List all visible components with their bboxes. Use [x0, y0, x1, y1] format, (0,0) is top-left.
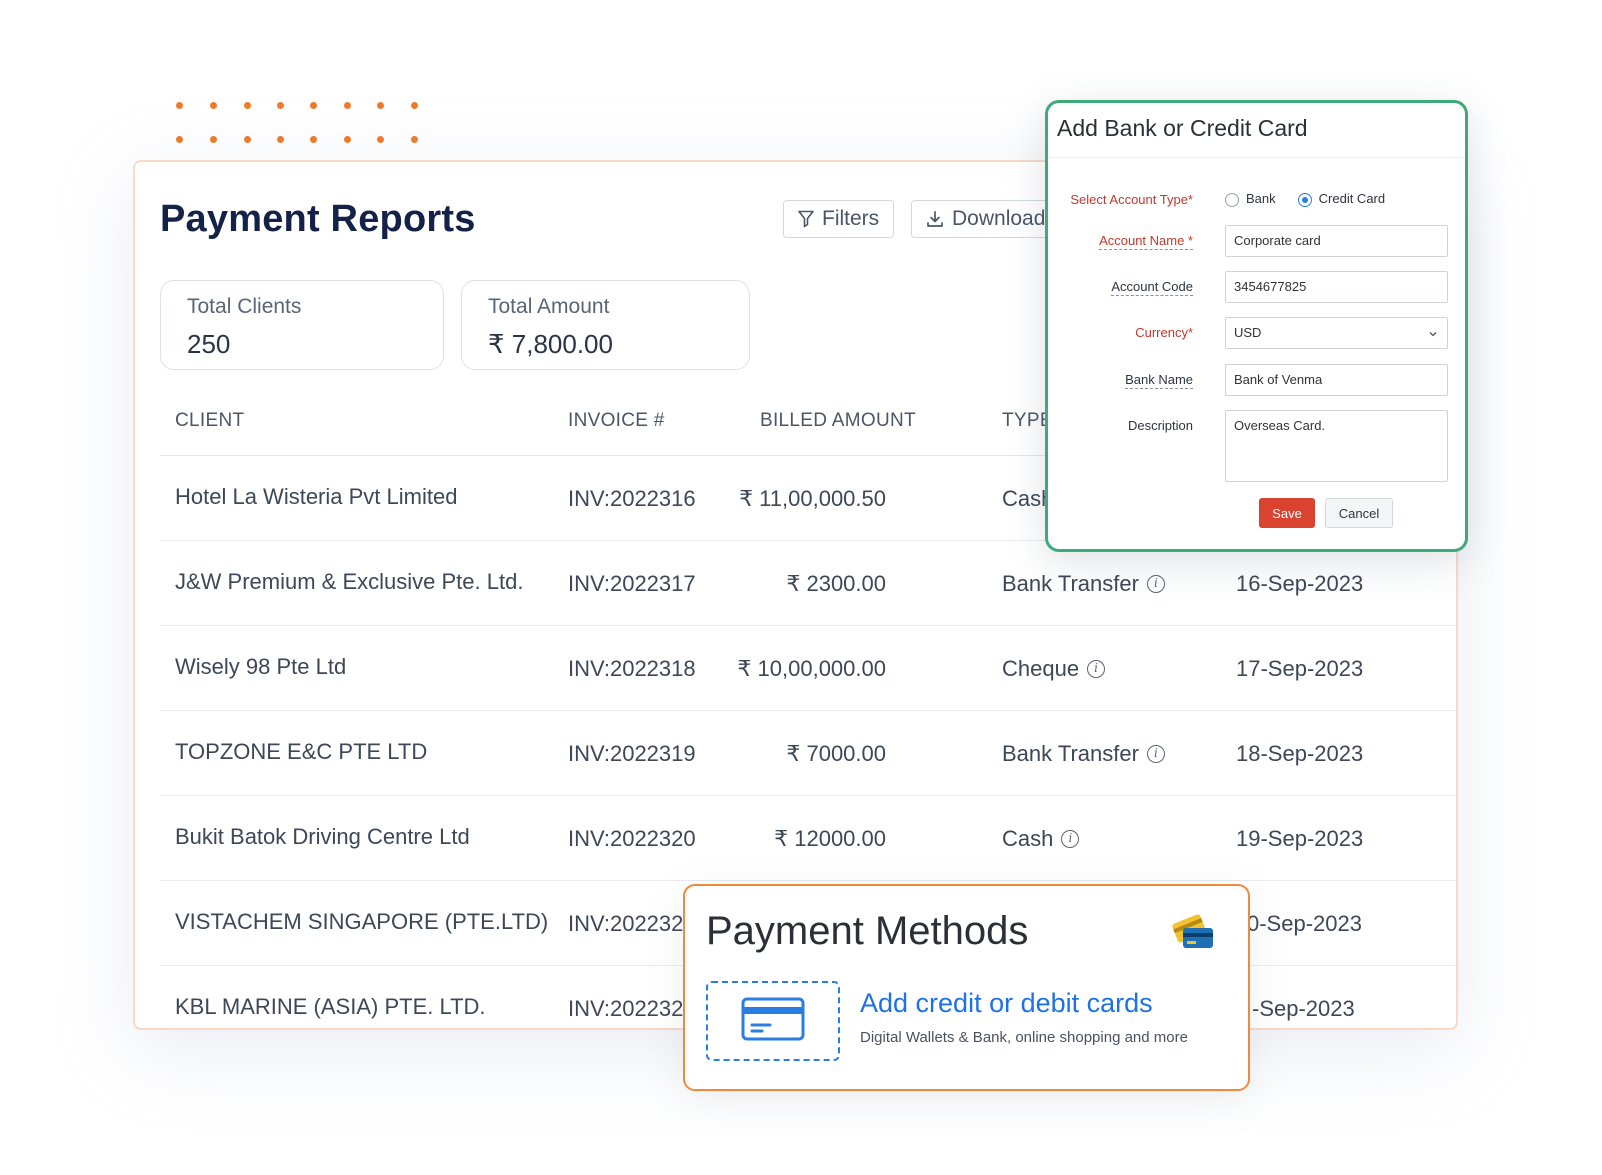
add-bank-card-dialog: Add Bank or Credit Card Select Account T… — [1045, 100, 1468, 552]
page-canvas: Payment Reports Filters Download Total C… — [0, 0, 1602, 1175]
decorative-dots — [176, 102, 436, 150]
add-card-box[interactable] — [706, 981, 840, 1061]
cancel-button[interactable]: Cancel — [1325, 498, 1393, 528]
type-label: Cash — [1002, 826, 1054, 851]
date-cell: 17-Sep-2023 — [1236, 656, 1364, 681]
amount-cell: ₹ 11,00,000.50 — [739, 486, 886, 511]
cards-emoji-icon — [1172, 910, 1216, 957]
total-clients-value: 250 — [187, 329, 231, 359]
client-cell: TOPZONE E&C PTE LTD — [175, 739, 428, 764]
account-type-label: Select Account Type* — [1070, 192, 1193, 207]
client-cell: Wisely 98 Pte Ltd — [175, 654, 347, 679]
currency-select[interactable]: USD — [1225, 317, 1448, 349]
currency-value: USD — [1234, 325, 1262, 340]
invoice-cell[interactable]: INV:2022317 — [568, 571, 696, 597]
client-cell: KBL MARINE (ASIA) PTE. LTD. — [175, 994, 486, 1019]
column-header-amount[interactable]: BILLED AMOUNT — [760, 410, 916, 432]
client-cell: J&W Premium & Exclusive Pte. Ltd. — [175, 569, 524, 594]
payment-methods-title: Payment Methods — [706, 909, 1029, 953]
column-header-invoice[interactable]: INVOICE # — [568, 410, 665, 432]
bank-name-input[interactable]: Bank of Venma — [1225, 364, 1448, 396]
type-label: Bank Transfer — [1002, 571, 1139, 596]
total-amount-label: Total Amount — [488, 295, 610, 318]
invoice-cell[interactable]: INV:2022319 — [568, 741, 696, 767]
currency-label: Currency* — [1135, 325, 1193, 340]
type-label: Cheque — [1002, 656, 1080, 681]
total-clients-label: Total Clients — [187, 295, 302, 318]
total-clients-card: Total Clients 250 — [160, 280, 444, 370]
divider — [1048, 157, 1465, 158]
info-icon[interactable]: i — [1146, 745, 1165, 763]
info-icon[interactable]: i — [1061, 830, 1080, 848]
table-row[interactable]: Bukit Batok Driving Centre Ltd INV:20223… — [160, 796, 1456, 881]
dialog-title: Add Bank or Credit Card — [1057, 115, 1308, 141]
client-cell: Bukit Batok Driving Centre Ltd — [175, 824, 470, 849]
invoice-cell[interactable]: INV:2022320 — [568, 826, 696, 852]
credit-card-icon — [741, 997, 805, 1046]
table-row[interactable]: J&W Premium & Exclusive Pte. Ltd. INV:20… — [160, 541, 1456, 626]
amount-cell: ₹ 10,00,000.00 — [737, 656, 886, 681]
description-label: Description — [1127, 418, 1193, 433]
radio-bank-label[interactable]: Bank — [1246, 191, 1276, 206]
date-cell: 0-Sep-2023 — [1247, 911, 1362, 936]
invoice-cell[interactable]: INV:2022316 — [568, 486, 696, 512]
table-row[interactable]: Wisely 98 Pte Ltd INV:2022318 ₹ 10,00,00… — [160, 626, 1456, 711]
radio-credit-card[interactable] — [1297, 192, 1312, 207]
account-code-label: Account Code — [1111, 279, 1193, 296]
amount-cell: ₹ 2300.00 — [786, 571, 886, 596]
invoice-cell[interactable]: INV:202232 — [568, 911, 683, 937]
account-code-input[interactable]: 3454677825 — [1225, 271, 1448, 303]
date-cell: -Sep-2023 — [1252, 996, 1355, 1021]
download-icon — [926, 210, 944, 228]
type-label: Bank Transfer — [1002, 741, 1139, 766]
add-cards-link[interactable]: Add credit or debit cards — [860, 988, 1153, 1019]
type-cell: Cheque i — [1002, 656, 1106, 682]
info-icon[interactable]: i — [1146, 575, 1165, 593]
add-cards-subtitle: Digital Wallets & Bank, online shopping … — [860, 1029, 1188, 1046]
date-cell: 16-Sep-2023 — [1236, 571, 1364, 596]
client-cell: Hotel La Wisteria Pvt Limited — [175, 484, 458, 509]
radio-bank[interactable] — [1225, 192, 1239, 207]
column-header-client[interactable]: CLIENT — [175, 410, 244, 432]
page-title: Payment Reports — [160, 198, 476, 240]
invoice-cell[interactable]: INV:202232 — [568, 996, 683, 1022]
type-cell: Bank Transfer i — [1002, 571, 1165, 597]
table-row[interactable]: TOPZONE E&C PTE LTD INV:2022319 ₹ 7000.0… — [160, 711, 1456, 796]
amount-cell: ₹ 7000.00 — [786, 741, 886, 766]
type-cell: Cash i — [1002, 826, 1080, 852]
account-type-radio-group: Bank Credit Card — [1225, 191, 1385, 207]
payment-methods-card: Payment Methods Add credit or debit card… — [683, 884, 1250, 1091]
invoice-cell[interactable]: INV:2022318 — [568, 656, 696, 682]
bank-name-label: Bank Name — [1125, 372, 1193, 389]
filters-button[interactable]: Filters — [783, 200, 895, 238]
account-name-input[interactable]: Corporate card — [1225, 225, 1448, 257]
filters-label: Filters — [822, 207, 880, 230]
radio-credit-card-label[interactable]: Credit Card — [1319, 191, 1385, 206]
download-label: Download — [952, 207, 1046, 230]
filter-icon — [798, 210, 814, 228]
account-name-label: Account Name * — [1099, 233, 1193, 250]
amount-cell: ₹ 12000.00 — [774, 826, 886, 851]
save-button[interactable]: Save — [1259, 498, 1315, 528]
date-cell: 19-Sep-2023 — [1236, 826, 1364, 851]
total-amount-card: Total Amount ₹ 7,800.00 — [461, 280, 750, 370]
info-icon[interactable]: i — [1087, 660, 1106, 678]
description-textarea[interactable]: Overseas Card. — [1225, 410, 1448, 482]
client-cell: VISTACHEM SINGAPORE (PTE.LTD) — [175, 909, 549, 934]
total-amount-value: ₹ 7,800.00 — [488, 329, 613, 359]
chevron-down-icon — [1428, 327, 1438, 342]
date-cell: 18-Sep-2023 — [1236, 741, 1364, 766]
type-cell: Bank Transfer i — [1002, 741, 1165, 767]
